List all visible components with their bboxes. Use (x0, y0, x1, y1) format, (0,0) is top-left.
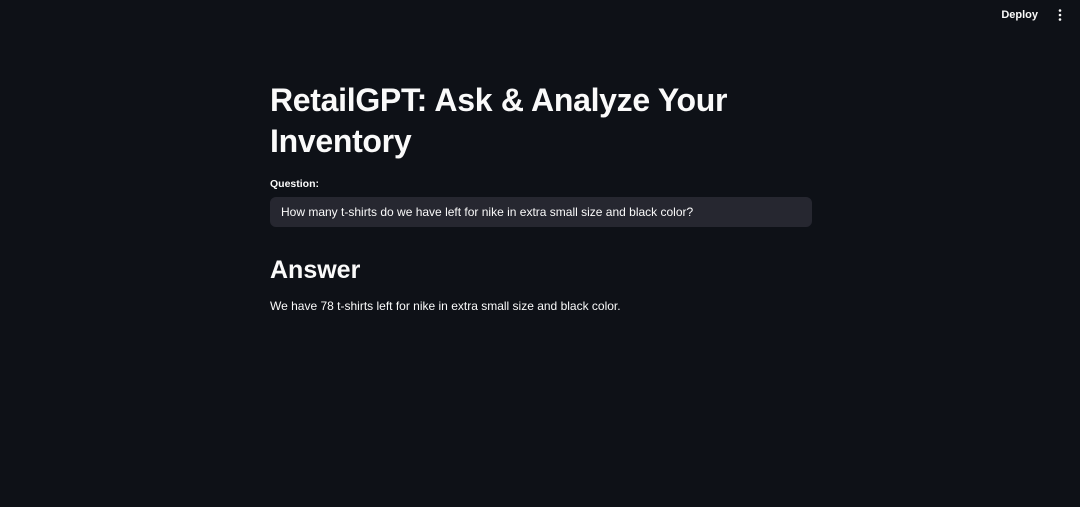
main-content: RetailGPT: Ask & Analyze Your Inventory … (270, 80, 812, 313)
answer-text: We have 78 t-shirts left for nike in ext… (270, 299, 621, 313)
app-header: Deploy (0, 0, 1080, 30)
app-root: Deploy RetailGPT: Ask & Analyze Your Inv… (0, 0, 1080, 507)
deploy-button[interactable]: Deploy (993, 5, 1046, 25)
page-title: RetailGPT: Ask & Analyze Your Inventory (270, 82, 728, 159)
question-input[interactable] (270, 197, 812, 227)
main-menu-button[interactable] (1050, 5, 1070, 25)
question-label: Question: (270, 178, 319, 190)
vertical-ellipsis-icon (1058, 9, 1062, 21)
answer-heading: Answer (270, 256, 361, 284)
